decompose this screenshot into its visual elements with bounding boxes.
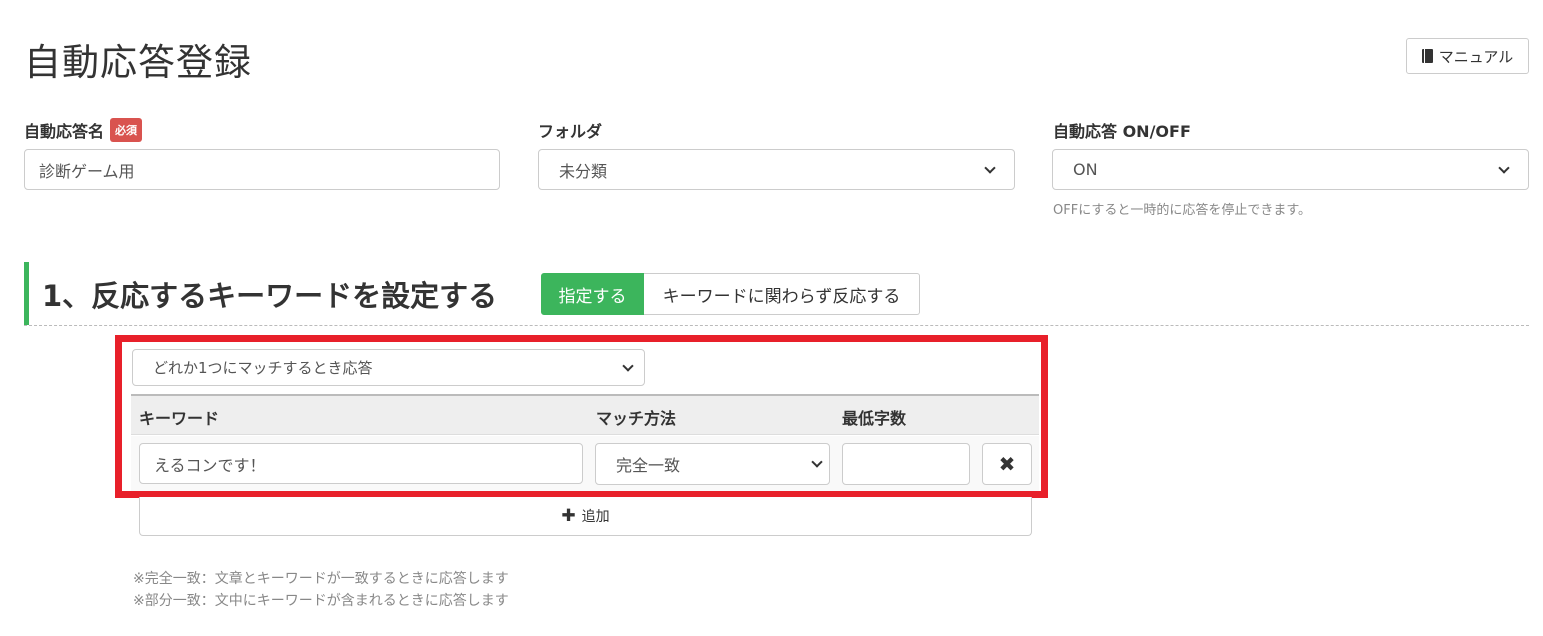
match-method-select[interactable]: 完全一致 bbox=[595, 443, 830, 485]
chevron-down-icon bbox=[622, 359, 634, 372]
match-mode-select[interactable]: どれか1つにマッチするとき応答 bbox=[132, 349, 645, 386]
match-mode-value: どれか1つにマッチするとき応答 bbox=[153, 359, 373, 377]
name-label: 自動応答名 必須 bbox=[24, 118, 143, 142]
manual-button[interactable]: マニュアル bbox=[1406, 38, 1529, 74]
name-label-text: 自動応答名 bbox=[24, 122, 105, 141]
manual-button-label: マニュアル bbox=[1438, 47, 1514, 66]
match-method-value: 完全一致 bbox=[616, 456, 681, 475]
onoff-help-text: OFFにすると一時的に応答を停止できます。 bbox=[1053, 203, 1312, 218]
section-accent-bar bbox=[24, 262, 29, 325]
onoff-select-value: ON bbox=[1073, 160, 1098, 179]
chevron-down-icon bbox=[1498, 161, 1510, 174]
onoff-label: 自動応答 ON/OFF bbox=[1053, 118, 1191, 142]
add-keyword-label: 追加 bbox=[581, 509, 610, 525]
note-exact-match: ※完全一致：文章とキーワードが一致するときに応答します bbox=[133, 571, 509, 587]
toggle-any-button[interactable]: キーワードに関わらず反応する bbox=[644, 273, 920, 315]
note-partial-match: ※部分一致：文中にキーワードが含まれるときに応答します bbox=[133, 593, 509, 609]
chevron-down-icon bbox=[984, 161, 996, 174]
close-icon: ✖ bbox=[998, 452, 1016, 476]
column-header-match-method: マッチ方法 bbox=[596, 409, 677, 428]
min-chars-input[interactable] bbox=[842, 443, 970, 485]
delete-row-button[interactable]: ✖ bbox=[982, 443, 1032, 485]
keyword-mode-toggle: 指定する キーワードに関わらず反応する bbox=[541, 273, 920, 315]
book-icon bbox=[1421, 49, 1433, 63]
column-header-min-chars: 最低字数 bbox=[842, 409, 907, 428]
section-title: 1、反応するキーワードを設定する bbox=[42, 279, 498, 313]
chevron-down-icon bbox=[811, 456, 823, 468]
keyword-input[interactable]: えるコンです！ bbox=[139, 443, 583, 484]
plus-icon: ✚ bbox=[561, 505, 576, 526]
onoff-select[interactable]: ON bbox=[1052, 149, 1529, 190]
folder-select-value: 未分類 bbox=[559, 161, 608, 181]
page-title: 自動応答登録 bbox=[24, 41, 252, 84]
column-header-keyword: キーワード bbox=[139, 409, 220, 428]
required-badge: 必須 bbox=[110, 118, 143, 142]
name-input[interactable]: 診断ゲーム用 bbox=[24, 149, 500, 190]
keyword-table-header: キーワード マッチ方法 最低字数 bbox=[131, 394, 1039, 435]
section-keywords-header: 1、反応するキーワードを設定する 指定する キーワードに関わらず反応する bbox=[24, 262, 1529, 326]
folder-label: フォルダ bbox=[538, 118, 602, 142]
add-keyword-button[interactable]: ✚ 追加 bbox=[139, 497, 1032, 536]
toggle-specify-button[interactable]: 指定する bbox=[541, 273, 644, 315]
folder-select[interactable]: 未分類 bbox=[538, 149, 1015, 190]
onoff-label-text: 自動応答 ON/OFF bbox=[1053, 122, 1191, 141]
folder-label-text: フォルダ bbox=[538, 122, 603, 141]
